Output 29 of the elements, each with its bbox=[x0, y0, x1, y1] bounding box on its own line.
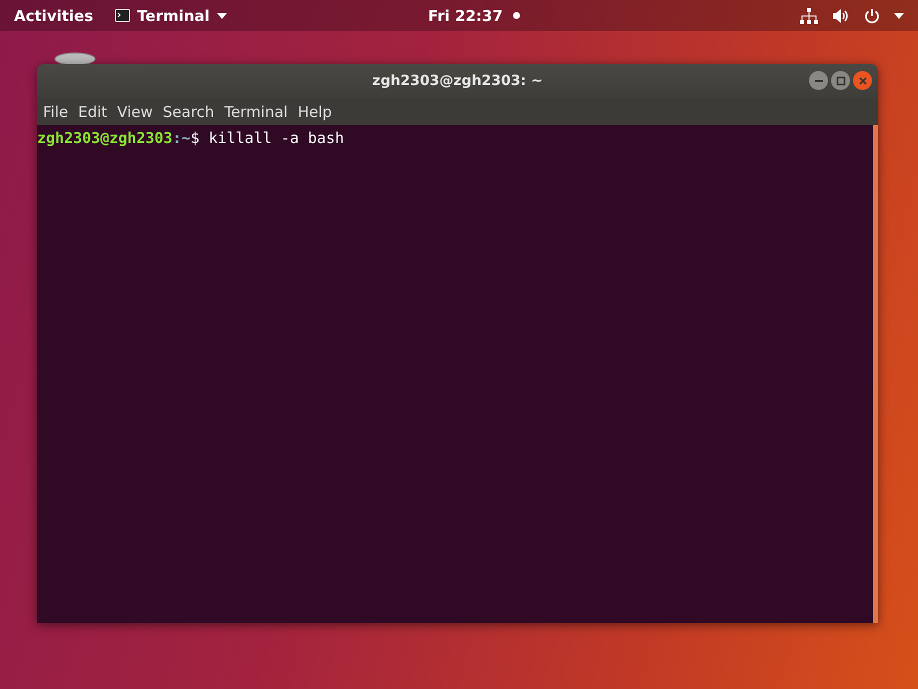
caret-icon bbox=[894, 12, 904, 18]
menu-item[interactable]: View bbox=[113, 102, 157, 120]
close-icon bbox=[858, 76, 868, 86]
close-button[interactable] bbox=[853, 71, 872, 90]
clock-button[interactable]: Fri 22:37 bbox=[420, 0, 511, 31]
drive-icon[interactable] bbox=[54, 52, 96, 66]
command-text: killall -a bash bbox=[208, 129, 344, 147]
terminal-area[interactable]: zgh2303@zgh2303:~$ killall -a bash bbox=[37, 125, 878, 623]
notification-dot-icon bbox=[512, 12, 520, 19]
menu-item[interactable]: Search bbox=[158, 102, 218, 120]
power-icon bbox=[864, 8, 880, 24]
window-title: zgh2303@zgh2303: ~ bbox=[372, 73, 543, 89]
prompt-path: :~ bbox=[172, 129, 191, 147]
menu-item[interactable]: Terminal bbox=[220, 102, 292, 120]
app-menu[interactable]: Terminal bbox=[107, 0, 235, 31]
menu-item[interactable]: File bbox=[39, 102, 72, 120]
activities-button[interactable]: Activities bbox=[6, 0, 102, 31]
maximize-button[interactable] bbox=[831, 71, 850, 90]
scrollbar[interactable] bbox=[873, 125, 878, 623]
caret-icon bbox=[216, 12, 227, 18]
prompt-symbol: $ bbox=[190, 129, 200, 147]
network-icon bbox=[800, 8, 818, 24]
terminal-icon bbox=[115, 9, 130, 22]
menu-item[interactable]: Edit bbox=[74, 102, 112, 120]
prompt-user: zgh2303@zgh2303 bbox=[37, 129, 172, 147]
volume-icon bbox=[832, 8, 850, 24]
minimize-button[interactable] bbox=[809, 71, 828, 90]
menu-item[interactable]: Help bbox=[294, 102, 336, 120]
maximize-icon bbox=[836, 76, 846, 86]
